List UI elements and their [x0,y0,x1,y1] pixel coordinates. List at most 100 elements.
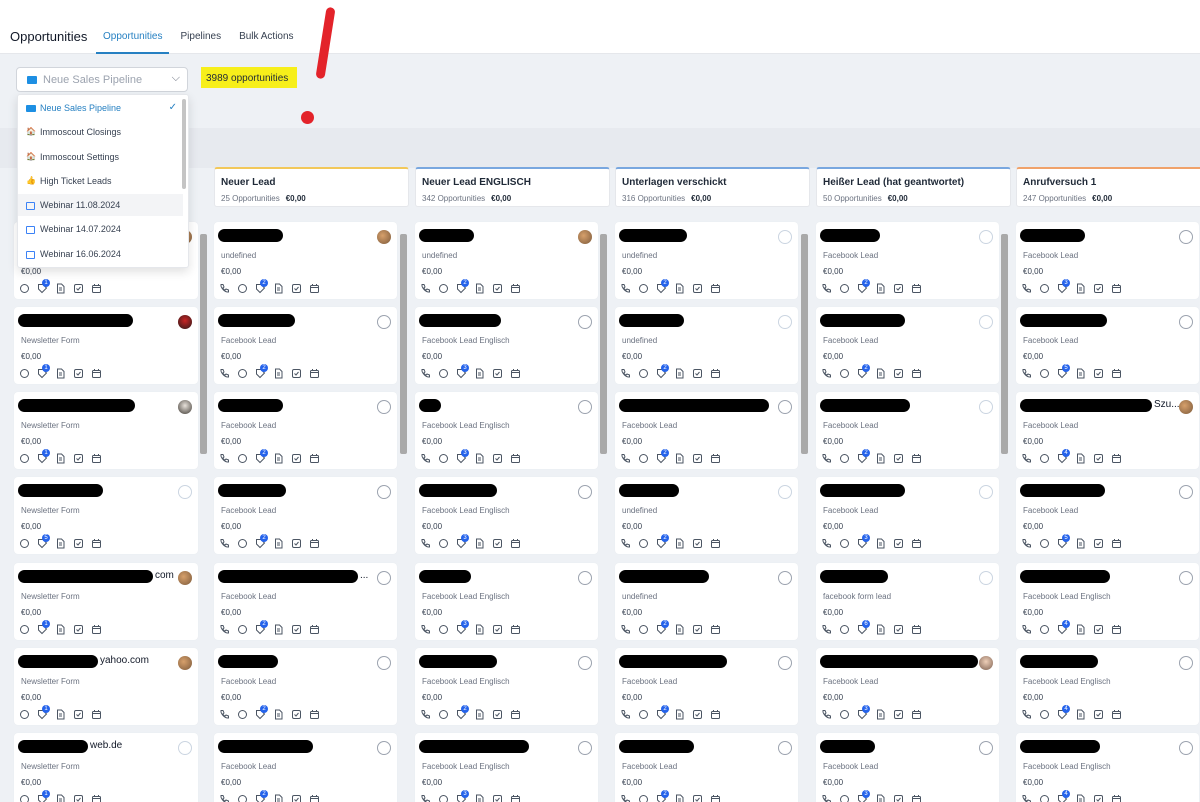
user-icon[interactable] [578,315,592,329]
tag-icon[interactable]: 4 [1057,790,1070,802]
document-icon[interactable] [674,709,687,721]
task-icon[interactable] [893,368,906,380]
calendar-icon[interactable] [710,538,723,550]
task-icon[interactable] [1093,709,1106,721]
user-icon[interactable] [377,571,391,585]
tab-bulk-actions[interactable]: Bulk Actions [232,0,300,54]
chat-icon[interactable] [19,794,32,802]
task-icon[interactable] [692,794,705,802]
chat-icon[interactable] [839,368,852,380]
task-icon[interactable] [291,368,304,380]
opportunity-card[interactable]: Facebook Lead Englisch €0,00 4 [1016,648,1199,725]
task-icon[interactable] [73,368,86,380]
tag-icon[interactable]: 1 [37,449,50,465]
tag-icon[interactable]: 2 [857,279,870,295]
calendar-icon[interactable] [1111,368,1124,380]
calendar-icon[interactable] [91,538,104,550]
document-icon[interactable] [55,794,68,802]
phone-icon[interactable] [219,283,232,295]
user-icon[interactable] [778,571,792,585]
phone-icon[interactable] [821,709,834,721]
avatar[interactable] [578,230,592,244]
user-icon[interactable] [377,656,391,670]
tag-icon[interactable]: 3 [456,534,469,550]
tag-icon[interactable]: 4 [1057,705,1070,721]
chat-icon[interactable] [237,794,250,802]
chat-icon[interactable] [237,453,250,465]
column-scrollbar[interactable] [801,234,808,454]
chat-icon[interactable] [839,538,852,550]
chat-icon[interactable] [1039,453,1052,465]
user-icon[interactable] [377,315,391,329]
calendar-icon[interactable] [911,794,924,802]
opportunity-card[interactable]: Facebook Lead Englisch €0,00 3 [415,392,598,469]
document-icon[interactable] [474,794,487,802]
chat-icon[interactable] [1039,538,1052,550]
chat-icon[interactable] [839,453,852,465]
opportunity-card[interactable]: Facebook Lead Englisch €0,00 3 [415,307,598,384]
calendar-icon[interactable] [510,368,523,380]
tag-icon[interactable]: 2 [255,705,268,721]
phone-icon[interactable] [1021,794,1034,802]
opportunity-card[interactable]: Facebook Lead Englisch €0,00 3 [415,563,598,640]
opportunity-card[interactable]: Facebook Lead €0,00 3 [1016,222,1199,299]
phone-icon[interactable] [620,794,633,802]
tag-icon[interactable]: 5 [1057,534,1070,550]
chat-icon[interactable] [237,368,250,380]
chat-icon[interactable] [839,283,852,295]
user-icon[interactable] [778,741,792,755]
document-icon[interactable] [1075,794,1088,802]
calendar-icon[interactable] [1111,709,1124,721]
phone-icon[interactable] [1021,538,1034,550]
calendar-icon[interactable] [710,794,723,802]
pipeline-select[interactable]: Neue Sales Pipeline ⌵ [16,67,188,92]
calendar-icon[interactable] [309,283,322,295]
task-icon[interactable] [291,794,304,802]
phone-icon[interactable] [821,283,834,295]
opportunity-card[interactable]: undefined €0,00 2 [615,307,798,384]
calendar-icon[interactable] [1111,283,1124,295]
document-icon[interactable] [55,624,68,636]
document-icon[interactable] [273,624,286,636]
task-icon[interactable] [692,538,705,550]
chat-icon[interactable] [438,538,451,550]
task-icon[interactable] [1093,538,1106,550]
calendar-icon[interactable] [91,624,104,636]
chat-icon[interactable] [438,368,451,380]
opportunity-card[interactable]: web.de Newsletter Form €0,00 1 [14,733,198,802]
task-icon[interactable] [1093,794,1106,802]
opportunity-card[interactable]: undefined €0,00 2 [615,477,798,554]
chat-icon[interactable] [1039,794,1052,802]
document-icon[interactable] [1075,538,1088,550]
calendar-icon[interactable] [309,368,322,380]
opportunity-card[interactable]: Facebook Lead €0,00 2 [615,648,798,725]
calendar-icon[interactable] [911,709,924,721]
task-icon[interactable] [893,453,906,465]
document-icon[interactable] [55,368,68,380]
task-icon[interactable] [893,709,906,721]
opportunity-card[interactable]: Facebook Lead €0,00 2 [214,648,397,725]
opportunity-card[interactable]: Facebook Lead €0,00 3 [816,477,999,554]
task-icon[interactable] [492,794,505,802]
phone-icon[interactable] [620,538,633,550]
opportunity-card[interactable]: undefined €0,00 2 [415,222,598,299]
tag-icon[interactable]: 2 [255,790,268,802]
user-icon[interactable] [1179,571,1193,585]
opportunity-card[interactable]: undefined €0,00 2 [615,222,798,299]
user-icon[interactable] [578,656,592,670]
phone-icon[interactable] [420,709,433,721]
chat-icon[interactable] [237,538,250,550]
tag-icon[interactable]: 2 [656,364,669,380]
phone-icon[interactable] [420,453,433,465]
task-icon[interactable] [692,283,705,295]
user-icon[interactable] [1179,656,1193,670]
tag-icon[interactable]: 3 [857,790,870,802]
opportunity-card[interactable]: yahoo.com Newsletter Form €0,00 1 [14,648,198,725]
calendar-icon[interactable] [1111,453,1124,465]
document-icon[interactable] [674,283,687,295]
opportunity-card[interactable]: Facebook Lead Englisch €0,00 4 [1016,733,1199,802]
tag-icon[interactable]: 2 [255,620,268,636]
column-scrollbar[interactable] [400,234,407,454]
phone-icon[interactable] [1021,368,1034,380]
document-icon[interactable] [875,709,888,721]
